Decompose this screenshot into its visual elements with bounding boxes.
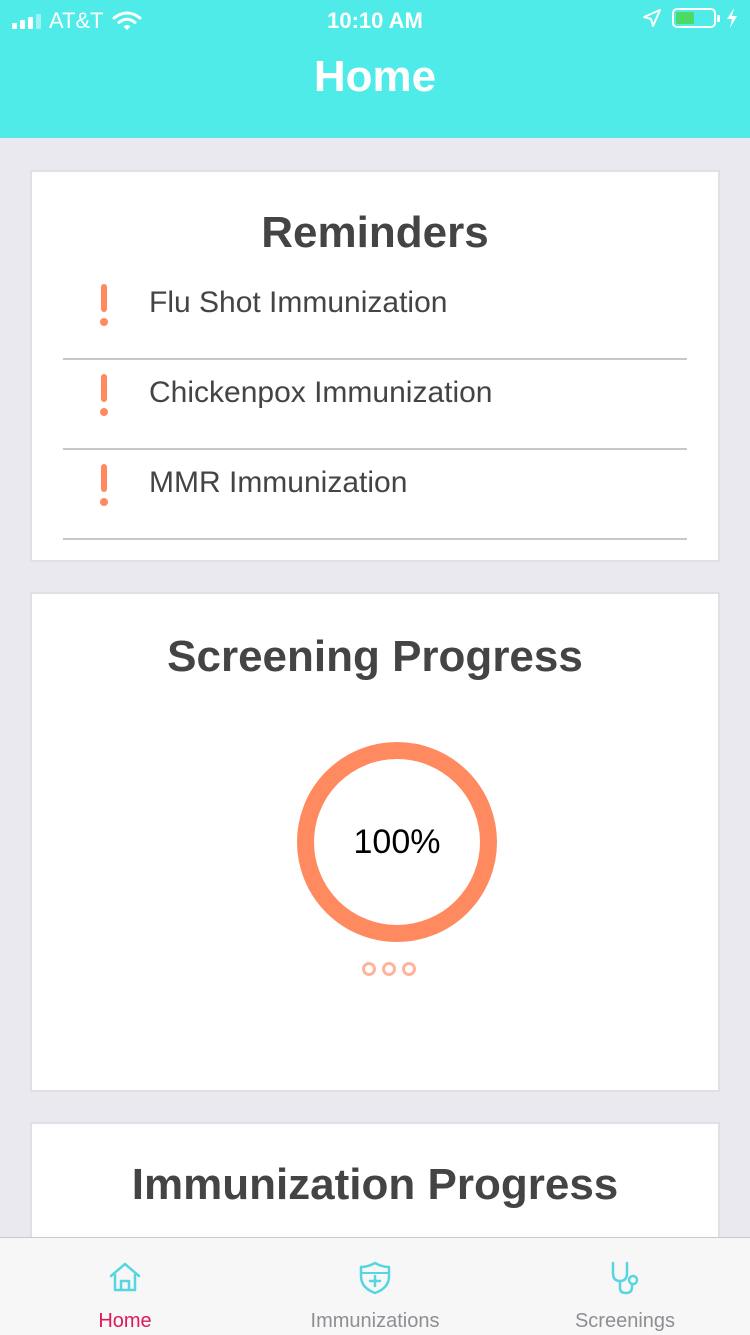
progress-percentage: 100% [353, 822, 441, 861]
page-dot[interactable] [402, 962, 416, 976]
charging-bolt-icon [727, 8, 737, 28]
page-indicator[interactable] [362, 962, 416, 976]
page-dot[interactable] [362, 962, 376, 976]
shield-icon [359, 1261, 391, 1295]
location-arrow-icon [643, 9, 661, 27]
tab-label: Home [98, 1310, 152, 1332]
reminder-label: MMR Immunization [149, 466, 408, 499]
status-bar: AT&T 10:10 AM [0, 0, 750, 40]
reminder-label: Flu Shot Immunization [149, 286, 448, 319]
reminders-list: Flu Shot Immunization Chickenpox Immuniz… [63, 272, 687, 542]
tab-bar: Home Immunizations Screenings [0, 1237, 750, 1335]
screening-progress-title: Screening Progress [167, 632, 583, 681]
exclamation-icon [99, 464, 109, 506]
tab-immunizations[interactable]: Immunizations [250, 1238, 500, 1335]
reminder-item[interactable]: Chickenpox Immunization [63, 362, 687, 450]
tab-screenings[interactable]: Screenings [500, 1238, 750, 1335]
exclamation-icon [99, 284, 109, 326]
stethoscope-icon [611, 1261, 639, 1295]
reminder-label: Chickenpox Immunization [149, 376, 493, 409]
exclamation-icon [99, 374, 109, 416]
reminders-title: Reminders [261, 208, 489, 257]
app-header: AT&T 10:10 AM Home [0, 0, 750, 138]
tab-label: Screenings [574, 1310, 676, 1332]
battery-icon [672, 8, 720, 28]
reminders-card: Reminders Flu Shot Immunization Chickenp… [30, 170, 720, 562]
home-icon [109, 1262, 141, 1292]
page-title: Home [313, 52, 437, 101]
tab-home[interactable]: Home [0, 1238, 250, 1335]
tab-label: Immunizations [310, 1310, 440, 1332]
screening-progress-card: Screening Progress 100% [30, 592, 720, 1092]
immunization-progress-title: Immunization Progress [131, 1160, 619, 1209]
reminder-item[interactable]: Flu Shot Immunization [63, 272, 687, 360]
reminder-item[interactable]: MMR Immunization [63, 452, 687, 540]
page-dot[interactable] [382, 962, 396, 976]
status-time: 10:10 AM [327, 8, 423, 33]
